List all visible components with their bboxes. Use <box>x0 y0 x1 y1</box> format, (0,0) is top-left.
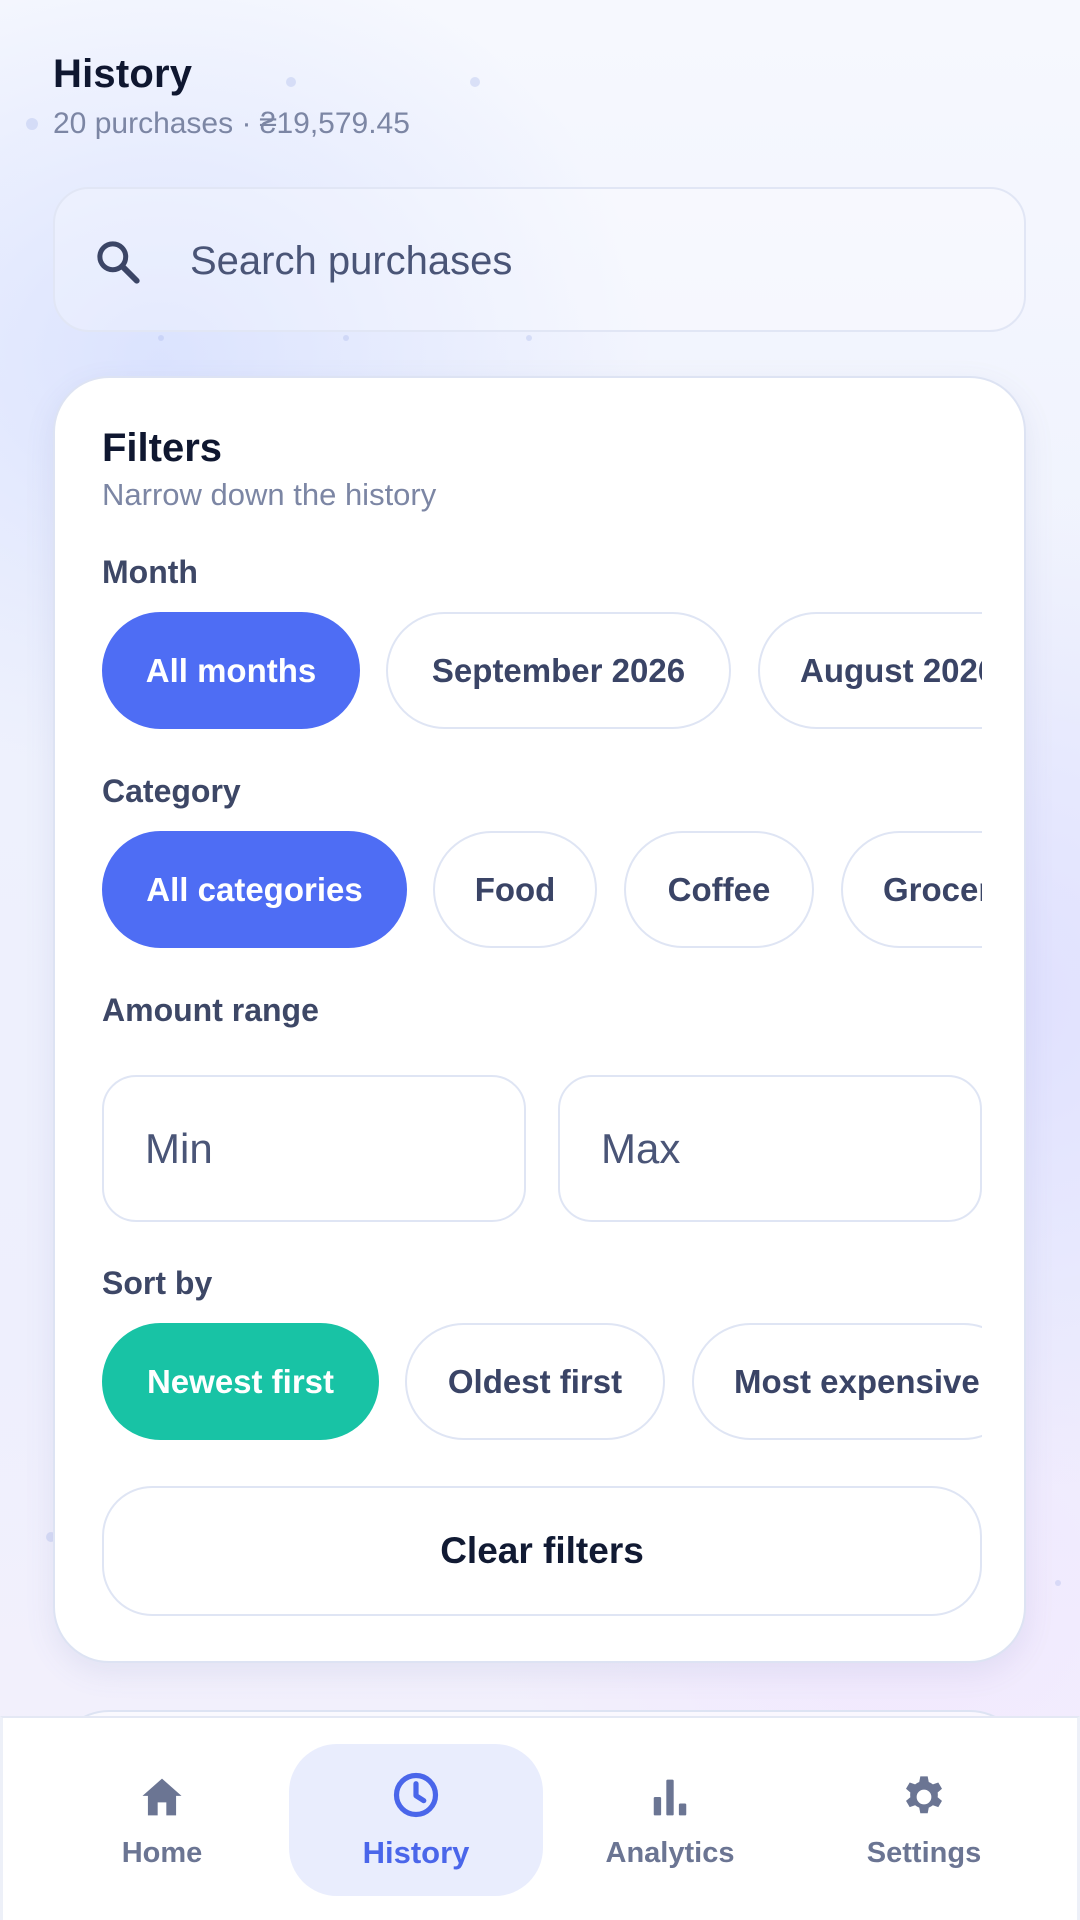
min-amount-field[interactable] <box>102 1075 526 1222</box>
search-bar[interactable] <box>53 187 1026 332</box>
month-chip-row[interactable]: All months September 2026 August 2026 <box>102 612 982 732</box>
filters-subtitle: Narrow down the history <box>102 477 437 512</box>
sort-label: Sort by <box>102 1265 213 1301</box>
amount-range-label: Amount range <box>102 992 319 1028</box>
background-dot <box>158 335 164 341</box>
search-input[interactable] <box>190 219 990 304</box>
category-chip-coffee[interactable]: Coffee <box>624 831 814 948</box>
category-chip-groceries[interactable]: Groceries <box>841 831 982 948</box>
nav-item-home[interactable]: Home <box>35 1744 289 1896</box>
sort-chip-oldest[interactable]: Oldest first <box>405 1323 665 1440</box>
search-icon <box>97 241 140 284</box>
background-dot <box>26 118 38 130</box>
filters-card: Filters Narrow down the history Month Al… <box>53 376 1026 1663</box>
category-chip-all[interactable]: All categories <box>102 831 407 948</box>
background-dot <box>343 335 349 341</box>
nav-item-analytics[interactable]: Analytics <box>543 1744 797 1896</box>
sort-chip-most-expensive[interactable]: Most expensive <box>692 1323 982 1440</box>
home-icon <box>142 1778 182 1815</box>
background-dot <box>526 335 532 341</box>
page-header: History 20 purchases · ₴19,579.45 <box>53 52 410 141</box>
nav-label-history: History <box>362 1835 470 1870</box>
month-chip-september-2026[interactable]: September 2026 <box>386 612 731 729</box>
max-amount-field[interactable] <box>558 1075 982 1222</box>
category-chip-row[interactable]: All categories Food Coffee Groceries <box>102 831 982 951</box>
filters-title: Filters <box>102 426 223 470</box>
min-amount-input[interactable] <box>104 1077 524 1220</box>
sort-chip-newest[interactable]: Newest first <box>102 1323 379 1440</box>
background-dot <box>470 77 480 87</box>
clear-filters-button[interactable]: Clear filters <box>102 1486 982 1616</box>
bottom-navigation: Home History Analytics Settings <box>0 1716 1080 1920</box>
max-amount-input[interactable] <box>560 1077 980 1220</box>
gear-icon <box>906 1775 942 1813</box>
page-title: History <box>53 52 193 96</box>
category-chip-food[interactable]: Food <box>433 831 597 948</box>
category-label: Category <box>102 773 241 809</box>
month-chip-august-2026[interactable]: August 2026 <box>758 612 982 729</box>
nav-label-analytics: Analytics <box>605 1836 735 1869</box>
bar-chart-icon <box>653 1779 687 1815</box>
nav-label-home: Home <box>121 1836 203 1869</box>
background-dot <box>1055 1580 1061 1586</box>
page-subtitle: 20 purchases · ₴19,579.45 <box>53 107 410 140</box>
month-chip-all[interactable]: All months <box>102 612 360 729</box>
month-label: Month <box>102 554 198 590</box>
sort-chip-row[interactable]: Newest first Oldest first Most expensive <box>102 1323 982 1443</box>
nav-item-settings[interactable]: Settings <box>797 1744 1051 1896</box>
clock-icon <box>393 1772 439 1818</box>
nav-item-history[interactable]: History <box>289 1744 543 1896</box>
nav-label-settings: Settings <box>866 1836 982 1869</box>
